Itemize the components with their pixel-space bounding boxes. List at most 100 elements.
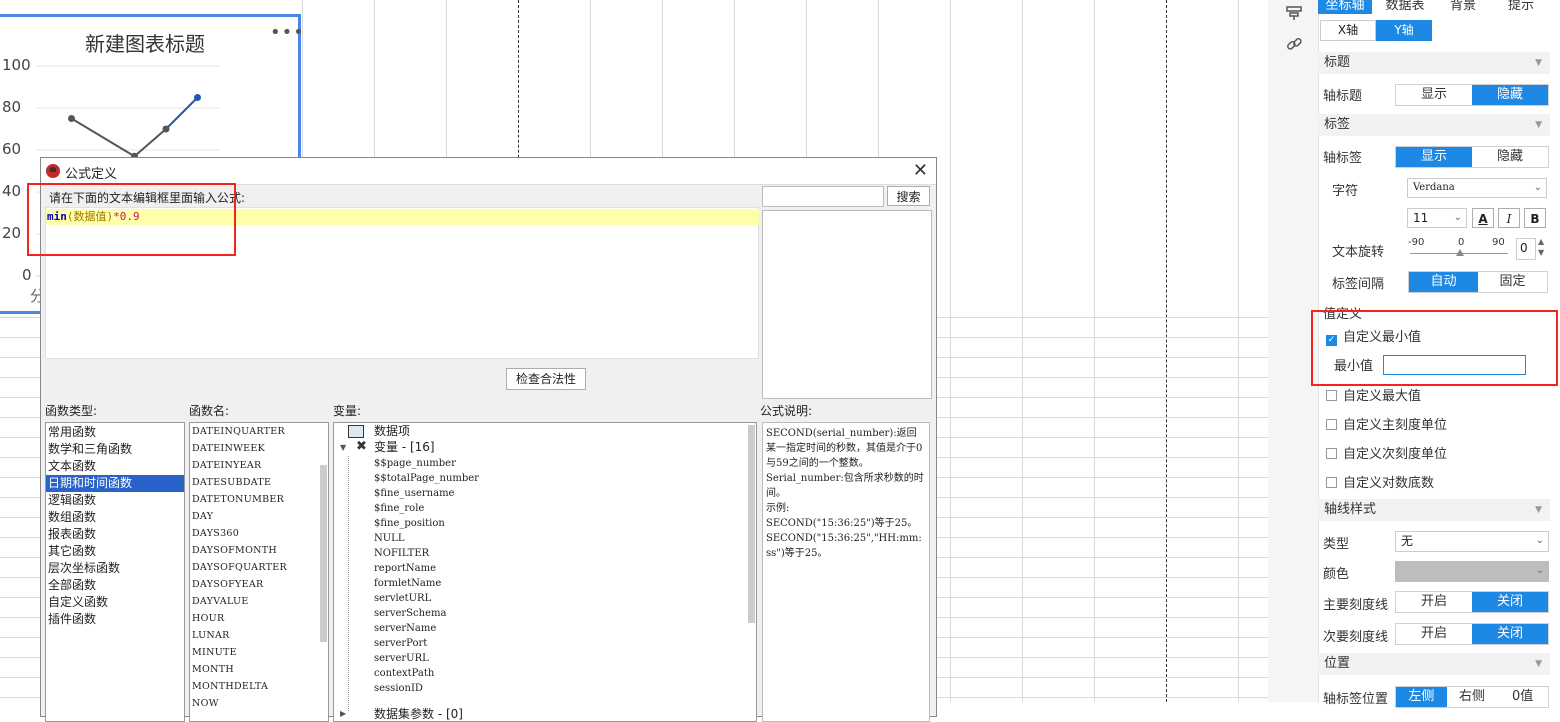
tab-tooltip[interactable]: 提示 bbox=[1494, 0, 1548, 14]
position-right[interactable]: 右侧 bbox=[1446, 687, 1498, 707]
variable-item[interactable]: $fine_username bbox=[374, 486, 479, 501]
italic-button[interactable]: I bbox=[1498, 208, 1520, 228]
function-name-item[interactable]: DATEINYEAR bbox=[190, 457, 328, 474]
variable-item[interactable]: servletURL bbox=[374, 591, 479, 606]
font-color-button[interactable]: A bbox=[1472, 208, 1494, 228]
line-type-select[interactable]: 无 ⌄ bbox=[1395, 531, 1549, 552]
link-icon[interactable] bbox=[1284, 35, 1304, 55]
font-size-select[interactable]: 11 ⌄ bbox=[1407, 208, 1467, 228]
function-name-item[interactable]: DATETONUMBER bbox=[190, 491, 328, 508]
function-type-item[interactable]: 报表函数 bbox=[46, 526, 184, 543]
function-name-item[interactable]: MONTH bbox=[190, 661, 328, 678]
axis-label-show[interactable]: 显示 bbox=[1396, 147, 1472, 167]
axis-label-toggle[interactable]: 显示 隐藏 bbox=[1395, 146, 1549, 168]
dialog-titlebar[interactable]: 公式定义 ✕ bbox=[41, 158, 936, 185]
variable-item[interactable]: serverName bbox=[374, 621, 479, 636]
search-input[interactable] bbox=[762, 186, 884, 207]
function-type-item[interactable]: 逻辑函数 bbox=[46, 492, 184, 509]
rotation-input[interactable]: 0 bbox=[1516, 238, 1536, 260]
axis-title-show[interactable]: 显示 bbox=[1396, 85, 1472, 105]
function-type-item[interactable]: 日期和时间函数 bbox=[46, 475, 184, 492]
function-type-item[interactable]: 数学和三角函数 bbox=[46, 441, 184, 458]
expand-arrow-icon[interactable]: ▶ bbox=[340, 709, 346, 718]
function-type-item[interactable]: 自定义函数 bbox=[46, 594, 184, 611]
function-name-item[interactable]: DAY bbox=[190, 508, 328, 525]
function-name-item[interactable]: DAYS360 bbox=[190, 525, 328, 542]
minor-tick-toggle[interactable]: 开启 关闭 bbox=[1395, 623, 1549, 645]
checkbox-icon[interactable] bbox=[1326, 419, 1337, 430]
tab-datasheet[interactable]: 数据表 bbox=[1378, 0, 1432, 14]
function-type-item[interactable]: 其它函数 bbox=[46, 543, 184, 560]
function-name-item[interactable]: HOUR bbox=[190, 610, 328, 627]
minor-tick-on[interactable]: 开启 bbox=[1396, 624, 1472, 644]
section-axis-style[interactable]: 轴线样式 ▼ bbox=[1318, 499, 1550, 521]
bold-button[interactable]: B bbox=[1524, 208, 1546, 228]
variable-item[interactable]: contextPath bbox=[374, 666, 479, 681]
function-name-item[interactable]: DAYSOFYEAR bbox=[190, 576, 328, 593]
section-title[interactable]: 标题 ▼ bbox=[1318, 52, 1550, 74]
search-results[interactable] bbox=[762, 210, 932, 399]
custom-major-checkbox[interactable]: 自定义主刻度单位 bbox=[1326, 414, 1447, 433]
axis-label-hide[interactable]: 隐藏 bbox=[1472, 147, 1548, 167]
interval-auto[interactable]: 自动 bbox=[1409, 272, 1478, 292]
major-tick-toggle[interactable]: 开启 关闭 bbox=[1395, 591, 1549, 613]
function-type-item[interactable]: 层次坐标函数 bbox=[46, 560, 184, 577]
tab-axis[interactable]: 坐标轴 bbox=[1318, 0, 1372, 14]
checkbox-icon[interactable] bbox=[1326, 390, 1337, 401]
function-name-item[interactable]: MONTHDELTA bbox=[190, 678, 328, 695]
scrollbar[interactable] bbox=[748, 425, 755, 623]
function-name-item[interactable]: DAYVALUE bbox=[190, 593, 328, 610]
data-item-label[interactable]: 数据项 bbox=[374, 424, 410, 439]
variable-item[interactable]: NOFILTER bbox=[374, 546, 479, 561]
position-left[interactable]: 左侧 bbox=[1396, 687, 1447, 707]
function-name-item[interactable]: LUNAR bbox=[190, 627, 328, 644]
function-type-item[interactable]: 常用函数 bbox=[46, 424, 184, 441]
variable-item[interactable]: reportName bbox=[374, 561, 479, 576]
dataset-params-label[interactable]: 数据集参数 - [0] bbox=[374, 707, 463, 721]
checkbox-icon[interactable] bbox=[1326, 448, 1337, 459]
function-name-list[interactable]: DATEINQUARTER DATEINWEEK DATEINYEAR DATESUB… bbox=[189, 422, 329, 722]
position-zero[interactable]: 0值 bbox=[1497, 687, 1549, 707]
section-position[interactable]: 位置 ▼ bbox=[1318, 653, 1550, 675]
variable-item[interactable]: NULL bbox=[374, 531, 479, 546]
function-name-item[interactable]: DAYSOFQUARTER bbox=[190, 559, 328, 576]
variable-item[interactable]: sessionID bbox=[374, 681, 479, 696]
major-tick-on[interactable]: 开启 bbox=[1396, 592, 1472, 612]
interval-toggle[interactable]: 自动 固定 bbox=[1408, 271, 1548, 293]
variable-group-label[interactable]: 变量 - [16] bbox=[374, 440, 435, 455]
custom-max-checkbox[interactable]: 自定义最大值 bbox=[1326, 385, 1421, 404]
scrollbar[interactable] bbox=[320, 465, 327, 642]
variable-item[interactable]: $$totalPage_number bbox=[374, 471, 479, 486]
variable-item[interactable]: $$page_number bbox=[374, 456, 479, 471]
section-label[interactable]: 标签 ▼ bbox=[1318, 114, 1550, 136]
major-tick-off[interactable]: 关闭 bbox=[1472, 592, 1548, 612]
close-icon[interactable]: ✕ bbox=[913, 160, 928, 181]
function-name-item[interactable]: MINUTE bbox=[190, 644, 328, 661]
variable-item[interactable]: $fine_position bbox=[374, 516, 479, 531]
function-type-item[interactable]: 数组函数 bbox=[46, 509, 184, 526]
tab-y-axis[interactable]: Y轴 bbox=[1376, 20, 1432, 41]
search-button[interactable]: 搜索 bbox=[887, 186, 930, 206]
check-validity-button[interactable]: 检查合法性 bbox=[506, 368, 586, 390]
function-name-item[interactable]: DAYSOFMONTH bbox=[190, 542, 328, 559]
function-type-item[interactable]: 全部函数 bbox=[46, 577, 184, 594]
variable-item[interactable]: serverSchema bbox=[374, 606, 479, 621]
axis-title-toggle[interactable]: 显示 隐藏 bbox=[1395, 84, 1549, 106]
function-type-list[interactable]: 常用函数 数学和三角函数 文本函数 日期和时间函数 逻辑函数 数组函数 报表函数 其它函数 层次… bbox=[45, 422, 185, 722]
function-name-item[interactable]: DATEINQUARTER bbox=[190, 423, 328, 440]
rotation-slider-thumb[interactable] bbox=[1456, 249, 1464, 256]
minor-tick-off[interactable]: 关闭 bbox=[1472, 624, 1548, 644]
function-name-item[interactable]: NOW bbox=[190, 695, 328, 712]
font-family-select[interactable]: Verdana ⌄ bbox=[1407, 178, 1547, 198]
custom-minor-checkbox[interactable]: 自定义次刻度单位 bbox=[1326, 443, 1447, 462]
rotation-spinner[interactable]: ▲ ▼ bbox=[1538, 236, 1544, 258]
line-color-select[interactable]: ⌄ bbox=[1395, 561, 1549, 582]
function-name-item[interactable]: DATEINWEEK bbox=[190, 440, 328, 457]
variables-tree[interactable]: 数据项 ▼ ✖ 变量 - [16] $$page_number $$totalPa… bbox=[333, 422, 757, 722]
paste-style-icon[interactable] bbox=[1284, 4, 1304, 24]
interval-fixed[interactable]: 固定 bbox=[1478, 272, 1547, 292]
tab-x-axis[interactable]: X轴 bbox=[1320, 20, 1376, 41]
label-position-toggle[interactable]: 左侧 右侧 0值 bbox=[1395, 686, 1549, 708]
variable-item[interactable]: $fine_role bbox=[374, 501, 479, 516]
checkbox-icon[interactable] bbox=[1326, 477, 1337, 488]
